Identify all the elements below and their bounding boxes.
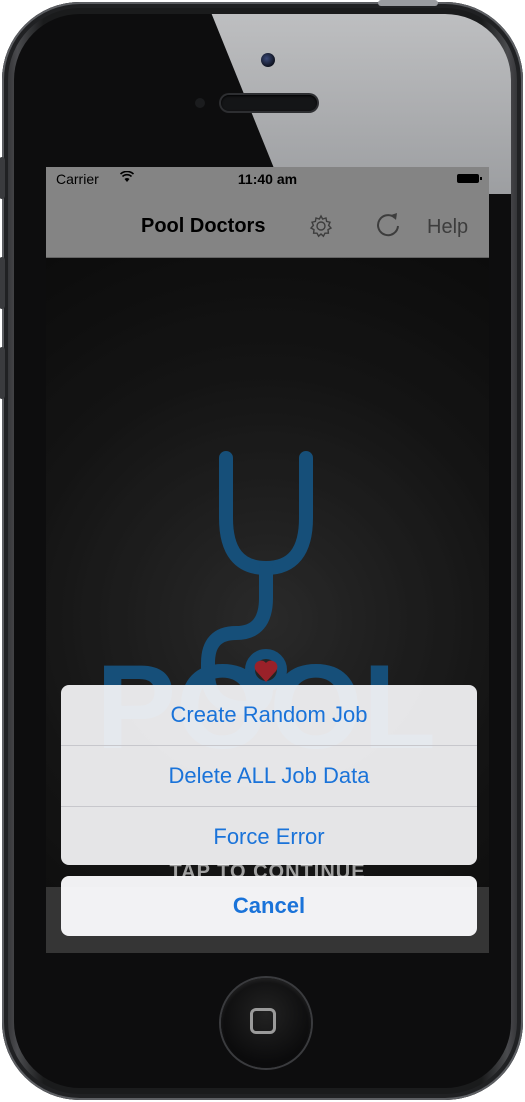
action-sheet: Create Random Job Delete ALL Job Data Fo…	[61, 685, 477, 865]
create-random-job-button[interactable]: Create Random Job	[61, 685, 477, 746]
front-camera	[261, 53, 275, 67]
iphone-device: Carrier 11:40 am Pool Doctors Help TAP T…	[0, 0, 523, 1100]
sleep-wake-button	[378, 0, 438, 6]
volume-up-button	[0, 257, 5, 309]
delete-all-job-data-button[interactable]: Delete ALL Job Data	[61, 746, 477, 807]
proximity-sensor	[195, 98, 205, 108]
volume-down-button	[0, 347, 5, 399]
earpiece-speaker	[221, 95, 317, 111]
app-screen: Carrier 11:40 am Pool Doctors Help TAP T…	[46, 167, 489, 953]
home-square-icon	[250, 1008, 276, 1034]
home-button[interactable]	[221, 978, 311, 1068]
cancel-button[interactable]: Cancel	[61, 876, 477, 936]
force-error-button[interactable]: Force Error	[61, 807, 477, 865]
mute-switch	[0, 157, 5, 199]
